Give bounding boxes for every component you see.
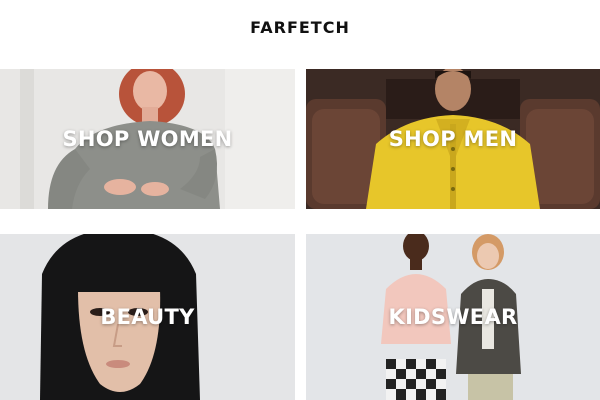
checkered-shorts: [386, 359, 446, 400]
site-header: FARFETCH: [0, 0, 600, 55]
tile-shop-men[interactable]: SHOP MEN: [306, 69, 600, 209]
tile-label: KIDSWEAR: [388, 305, 518, 329]
tile-label: BEAUTY: [100, 305, 195, 329]
tile-label: SHOP MEN: [388, 127, 518, 151]
tile-shop-women[interactable]: SHOP WOMEN: [0, 69, 295, 209]
tile-beauty[interactable]: BEAUTY: [0, 234, 295, 400]
tile-kidswear[interactable]: KIDSWEAR: [306, 234, 600, 400]
brand-logo[interactable]: FARFETCH: [250, 18, 350, 37]
tile-label: SHOP WOMEN: [62, 127, 233, 151]
